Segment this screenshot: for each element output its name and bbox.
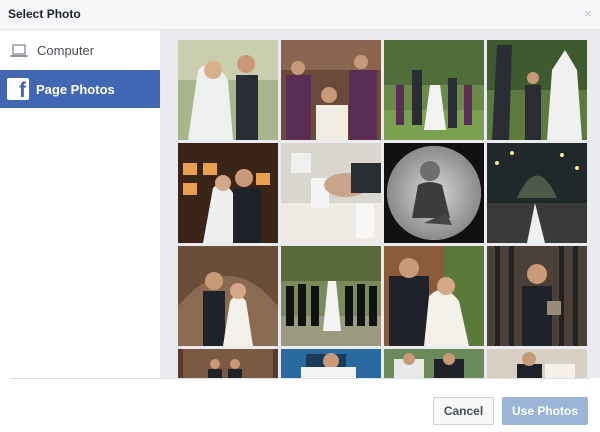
sidebar-item-computer[interactable]: Computer bbox=[0, 32, 176, 69]
use-photos-button[interactable]: Use Photos bbox=[502, 397, 588, 425]
sidebar-item-label: Computer bbox=[37, 43, 95, 58]
photo-thumbnail[interactable] bbox=[178, 246, 278, 346]
sidebar: Computer f Page Photos bbox=[0, 30, 176, 378]
close-icon[interactable]: × bbox=[584, 7, 592, 21]
photo-thumbnail[interactable] bbox=[384, 246, 484, 346]
photo-thumbnail[interactable] bbox=[281, 246, 381, 346]
laptop-icon bbox=[10, 43, 28, 58]
photo-thumbnail[interactable] bbox=[487, 40, 587, 140]
scrollbar[interactable] bbox=[591, 30, 600, 378]
select-photo-dialog: Select Photo × Computer f Page Photos Ca bbox=[0, 0, 600, 432]
photo-thumbnail[interactable] bbox=[487, 143, 587, 243]
facebook-icon: f bbox=[7, 78, 29, 100]
cancel-button[interactable]: Cancel bbox=[433, 397, 494, 425]
photo-thumbnail[interactable] bbox=[178, 349, 278, 378]
photo-thumbnail[interactable] bbox=[487, 246, 587, 346]
photo-thumbnail[interactable] bbox=[384, 143, 484, 243]
photo-thumbnail[interactable] bbox=[487, 349, 587, 378]
sidebar-item-page-photos[interactable]: f Page Photos bbox=[0, 70, 176, 108]
photo-thumbnail[interactable] bbox=[384, 40, 484, 140]
photo-thumbnail[interactable] bbox=[178, 143, 278, 243]
photo-thumbnail[interactable] bbox=[281, 143, 381, 243]
dialog-footer: Cancel Use Photos bbox=[0, 378, 600, 432]
footer-divider bbox=[10, 378, 590, 379]
photo-thumbnail[interactable] bbox=[384, 349, 484, 378]
dialog-header: Select Photo × bbox=[0, 0, 600, 30]
sidebar-item-label: Page Photos bbox=[36, 81, 115, 97]
photo-grid bbox=[178, 40, 587, 378]
photo-thumbnail[interactable] bbox=[281, 349, 381, 378]
dialog-title: Select Photo bbox=[8, 7, 81, 21]
photo-thumbnail[interactable] bbox=[178, 40, 278, 140]
photo-thumbnail[interactable] bbox=[281, 40, 381, 140]
photo-grid-panel bbox=[160, 30, 600, 378]
